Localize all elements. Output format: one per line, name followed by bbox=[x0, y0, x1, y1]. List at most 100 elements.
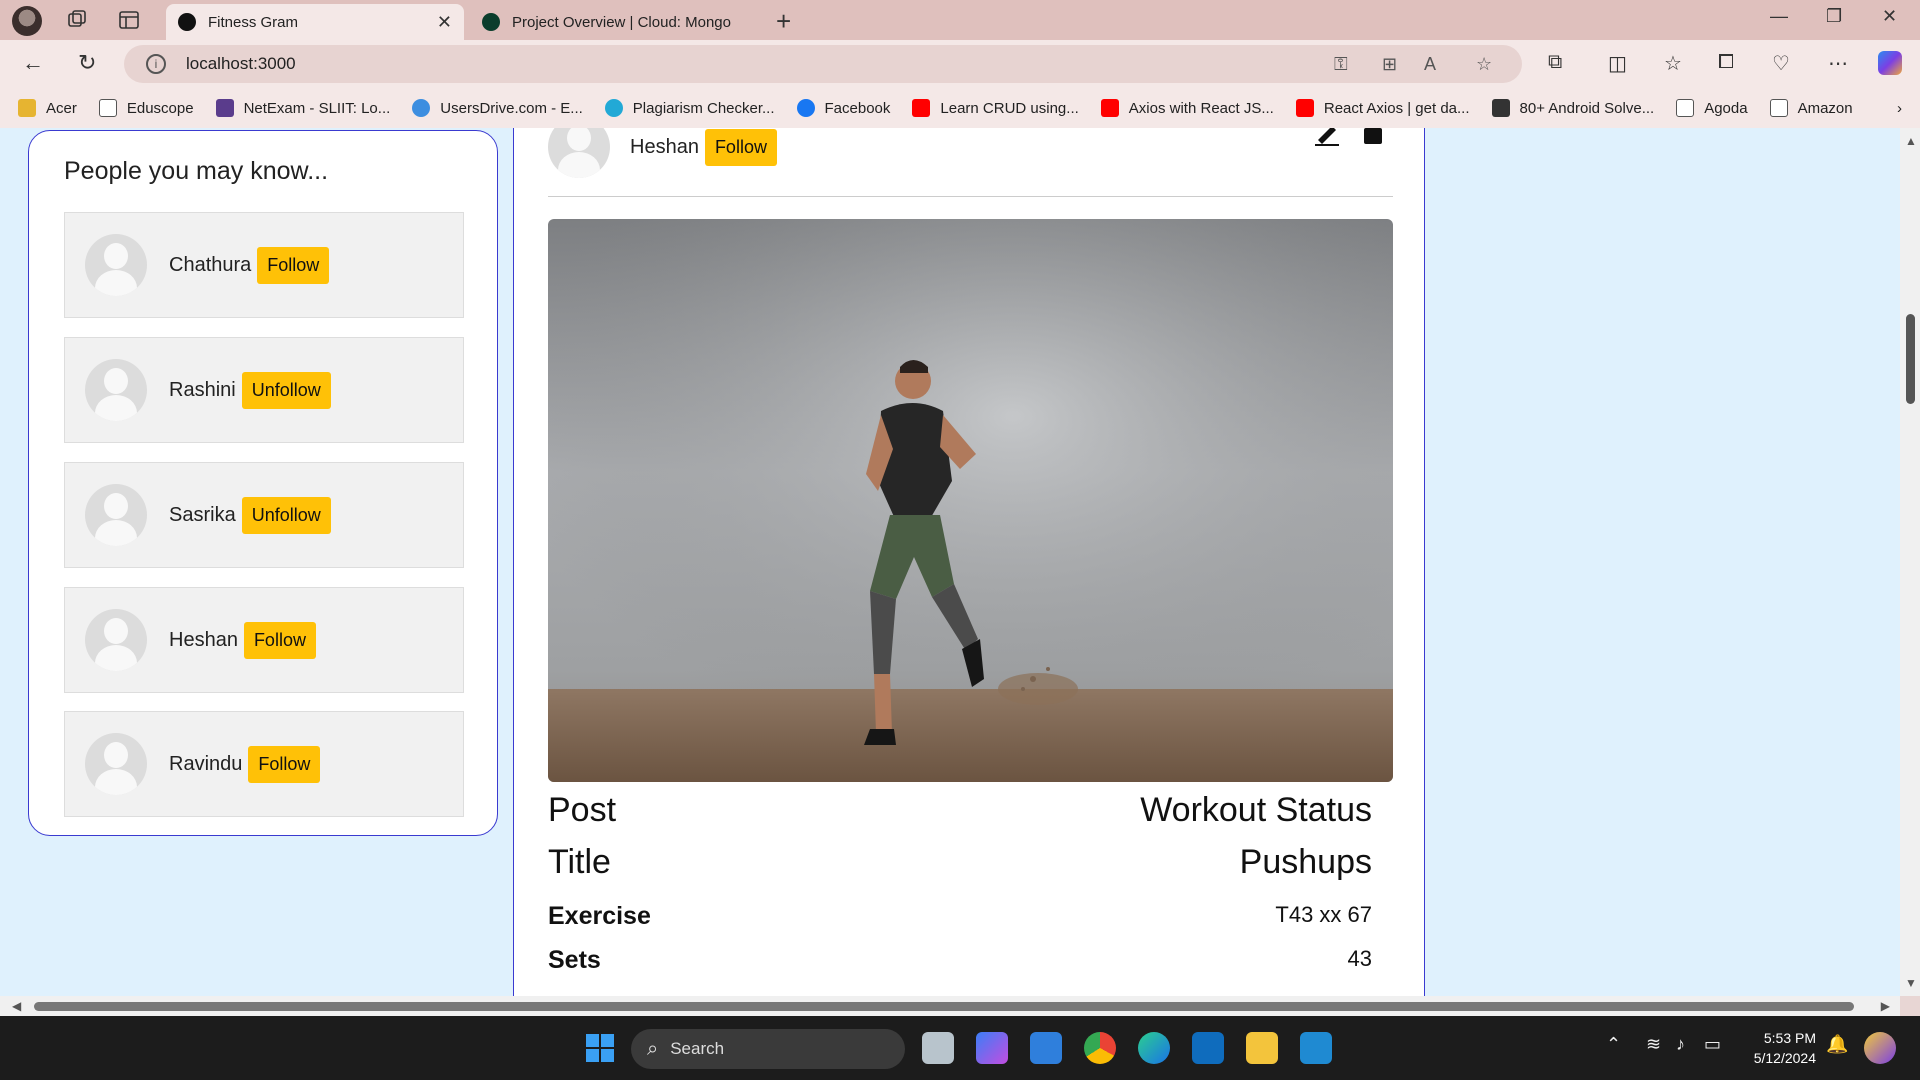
usersdrive-icon bbox=[412, 99, 431, 117]
outlook-icon[interactable] bbox=[1192, 1032, 1224, 1064]
follow-button[interactable]: Follow bbox=[704, 128, 777, 166]
tab-actions-icon[interactable] bbox=[118, 9, 140, 31]
scroll-up-icon[interactable]: ▲ bbox=[1905, 134, 1917, 148]
person-name: Heshan bbox=[169, 628, 238, 651]
bookmark-android[interactable]: 80+ Android Solve... bbox=[1491, 99, 1655, 117]
bookmark-label: React Axios | get da... bbox=[1323, 99, 1470, 117]
plagiarism-icon bbox=[604, 99, 623, 117]
delete-icon[interactable] bbox=[1362, 128, 1384, 146]
back-icon[interactable]: ← bbox=[22, 50, 44, 76]
person-name: Chathura bbox=[169, 253, 252, 276]
minimize-icon[interactable]: — bbox=[1770, 6, 1788, 27]
sets-value: 43 bbox=[1347, 946, 1372, 971]
browser-essentials-icon[interactable]: ♡ bbox=[1772, 51, 1790, 76]
people-suggestions-title: People you may know... bbox=[64, 157, 329, 185]
workspaces-icon[interactable] bbox=[66, 9, 88, 31]
bookmark-learn-crud[interactable]: Learn CRUD using... bbox=[912, 99, 1079, 117]
edit-icon[interactable] bbox=[1314, 128, 1340, 146]
youtube-icon bbox=[1295, 99, 1314, 117]
browser-toolbar: ← ↻ i localhost:3000 ⚿ ⊞ A ☆ ⧉ ◫ ☆ ⧠ ♡ ⋯ bbox=[0, 40, 1920, 88]
bookmark-amazon[interactable]: Amazon bbox=[1769, 99, 1853, 117]
clock-date: 5/12/2024 bbox=[1753, 1050, 1816, 1066]
bookmark-label: 80+ Android Solve... bbox=[1519, 99, 1655, 117]
post-actions bbox=[1314, 128, 1384, 146]
exercise-value: T43 xx 67 bbox=[1275, 902, 1372, 927]
close-tab-icon[interactable]: ✕ bbox=[437, 12, 452, 33]
task-view-icon[interactable] bbox=[922, 1032, 954, 1064]
people-suggestions-card: People you may know... Chathura Follow R… bbox=[28, 130, 498, 836]
tab-title: Fitness Gram bbox=[208, 13, 299, 31]
bookmark-eduscope[interactable]: Eduscope bbox=[98, 99, 194, 117]
bookmark-netexam[interactable]: NetExam - SLIIT: Lo... bbox=[215, 99, 390, 117]
browser-title-bar: Fitness Gram ✕ Project Overview | Cloud:… bbox=[0, 0, 1920, 40]
scroll-left-icon[interactable]: ◀ bbox=[12, 999, 21, 1013]
tab-project-overview[interactable]: Project Overview | Cloud: Mongo bbox=[470, 4, 760, 40]
horizontal-scroll-thumb[interactable] bbox=[34, 1002, 1854, 1011]
split-screen-icon[interactable]: ◫ bbox=[1608, 51, 1627, 76]
avatar bbox=[85, 609, 147, 671]
restore-icon[interactable]: ❐ bbox=[1826, 6, 1842, 27]
follow-button[interactable]: Follow bbox=[257, 246, 330, 284]
start-icon[interactable] bbox=[584, 1032, 616, 1064]
collections-icon[interactable]: ⧠ bbox=[1718, 51, 1734, 74]
wifi-icon[interactable]: ≋ bbox=[1646, 1034, 1661, 1055]
bookmark-plagiarism[interactable]: Plagiarism Checker... bbox=[604, 99, 775, 117]
read-aloud-icon[interactable]: A bbox=[1424, 54, 1436, 75]
avatar bbox=[548, 128, 610, 178]
title-label: Title bbox=[548, 843, 611, 881]
favorite-star-icon[interactable]: ☆ bbox=[1476, 54, 1492, 75]
tab-title: Project Overview | Cloud: Mongo bbox=[512, 13, 731, 31]
vertical-scroll-thumb[interactable] bbox=[1906, 314, 1915, 404]
person-card: Ravindu Follow bbox=[64, 711, 464, 817]
more-menu-icon[interactable]: ⋯ bbox=[1828, 51, 1848, 76]
site-info-icon[interactable]: i bbox=[146, 54, 166, 74]
post-feed: Heshan Follow Post Workout Status Title … bbox=[513, 128, 1425, 996]
taskbar-clock[interactable]: 5:53 PM 5/12/2024 bbox=[1754, 1028, 1816, 1068]
copilot-tray-icon[interactable] bbox=[1864, 1032, 1896, 1064]
taskbar-search-label: Search bbox=[670, 1039, 725, 1058]
favorites-icon[interactable]: ☆ bbox=[1664, 51, 1682, 76]
profile-avatar[interactable] bbox=[12, 6, 42, 36]
chrome-icon[interactable] bbox=[1084, 1032, 1116, 1064]
runner-photo bbox=[548, 219, 1393, 782]
file-explorer-icon[interactable] bbox=[1246, 1032, 1278, 1064]
tab-fitness-gram[interactable]: Fitness Gram ✕ bbox=[166, 4, 464, 40]
title-value: Pushups bbox=[1239, 843, 1372, 881]
follow-button[interactable]: Follow bbox=[243, 621, 316, 659]
horizontal-scrollbar[interactable]: ◀ ▶ bbox=[0, 996, 1900, 1016]
bookmark-usersdrive[interactable]: UsersDrive.com - E... bbox=[412, 99, 583, 117]
vertical-scrollbar[interactable]: ▲ ▼ bbox=[1900, 128, 1920, 996]
edge-icon[interactable] bbox=[1138, 1032, 1170, 1064]
volume-icon[interactable]: ♪ bbox=[1676, 1034, 1685, 1055]
vscode-icon[interactable] bbox=[1300, 1032, 1332, 1064]
unfollow-button[interactable]: Unfollow bbox=[241, 496, 331, 534]
address-bar[interactable]: i localhost:3000 ⚿ ⊞ A ☆ bbox=[124, 45, 1522, 83]
follow-button[interactable]: Follow bbox=[248, 745, 321, 783]
bookmark-agoda[interactable]: Agoda bbox=[1676, 99, 1748, 117]
battery-icon[interactable]: ▭ bbox=[1704, 1034, 1721, 1055]
close-window-icon[interactable]: ✕ bbox=[1882, 6, 1897, 27]
bookmark-axios-react[interactable]: Axios with React JS... bbox=[1100, 99, 1274, 117]
password-key-icon[interactable]: ⚿ bbox=[1334, 54, 1348, 75]
scroll-down-icon[interactable]: ▼ bbox=[1905, 976, 1917, 990]
post-header-row: Post Workout Status bbox=[548, 791, 1372, 830]
taskbar-search[interactable]: ⌕ Search bbox=[631, 1029, 905, 1069]
copilot-icon[interactable] bbox=[1878, 51, 1902, 75]
extensions-icon[interactable]: ⧉ bbox=[1548, 51, 1562, 74]
refresh-icon[interactable]: ↻ bbox=[78, 50, 96, 76]
show-hidden-icons-icon[interactable]: ⌃ bbox=[1606, 1034, 1621, 1055]
bookmark-label: Acer bbox=[46, 99, 77, 117]
new-tab-icon[interactable]: + bbox=[776, 6, 791, 37]
url-text[interactable]: localhost:3000 bbox=[186, 54, 296, 74]
scroll-right-icon[interactable]: ▶ bbox=[1881, 999, 1890, 1013]
mail-icon[interactable] bbox=[1030, 1032, 1062, 1064]
copilot-taskbar-icon[interactable] bbox=[976, 1032, 1008, 1064]
bookmarks-overflow-icon[interactable]: › bbox=[1897, 100, 1902, 117]
bookmark-label: Agoda bbox=[1704, 99, 1748, 117]
bookmark-react-axios[interactable]: React Axios | get da... bbox=[1295, 99, 1470, 117]
unfollow-button[interactable]: Unfollow bbox=[241, 371, 331, 409]
app-available-icon[interactable]: ⊞ bbox=[1382, 54, 1397, 75]
notification-bell-icon[interactable]: 🔔 bbox=[1826, 1034, 1848, 1055]
bookmark-facebook[interactable]: Facebook bbox=[796, 99, 890, 117]
bookmark-acer[interactable]: Acer bbox=[18, 99, 77, 117]
